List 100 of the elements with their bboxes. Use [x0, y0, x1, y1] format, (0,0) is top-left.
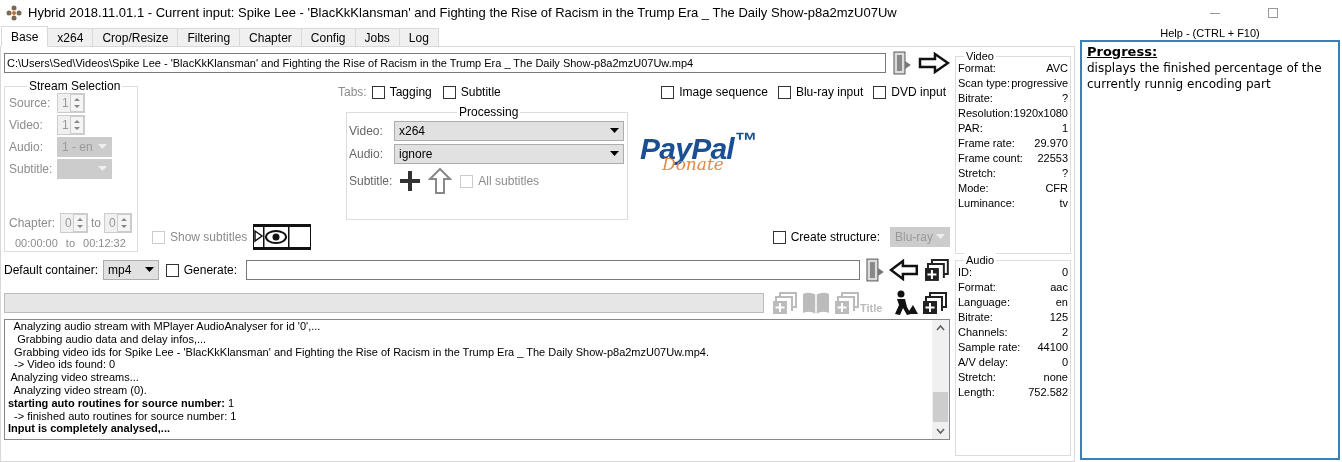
field-label: Video: — [9, 117, 44, 134]
info-value: ? — [1061, 166, 1068, 181]
checkbox[interactable] — [371, 85, 385, 99]
tab[interactable]: Chapter — [239, 28, 302, 47]
info-label: Mode: — [958, 181, 989, 196]
switch-icon[interactable] — [864, 258, 885, 282]
info-value: 1920x1080 — [1013, 106, 1068, 121]
checkbox-label: DVD input — [891, 84, 946, 101]
caret-icon — [98, 166, 107, 172]
switch-icon[interactable] — [892, 51, 913, 75]
field-label: Chapter: — [9, 214, 57, 232]
log-line: -> Video ids found: 0 — [13, 358, 117, 372]
info-label: Format: — [958, 280, 996, 295]
field-label: Video: — [349, 122, 384, 140]
donate-button[interactable]: PayPal$^{™}$ Donate — [640, 130, 780, 180]
group-title: Audio — [964, 253, 997, 267]
log-line: starting auto routines for source number: 1 — [8, 396, 236, 410]
info-value: aac — [1050, 280, 1068, 295]
field-label: Subtitle: — [9, 161, 54, 178]
plus-icon[interactable] — [400, 171, 421, 191]
spin-arrows-icon — [70, 94, 84, 112]
film-eye-icon[interactable] — [253, 224, 312, 250]
log-line: Grabbing video ids for Spike Lee - 'BlacKkKlansman' and Fighting the Rise of Racism in the Trump Era _ The Daily Show-p8a2mzU07Uw.mp4. — [13, 345, 710, 359]
time-value: 00:00:00 — [15, 235, 58, 251]
info-label: Stretch: — [958, 166, 996, 181]
info-value: progressive — [1011, 76, 1068, 91]
info-value: none — [1043, 370, 1068, 385]
info-value: 22553 — [1037, 151, 1068, 166]
info-label: Sample rate: — [958, 340, 1021, 355]
checkbox-label: Generate: — [183, 262, 238, 279]
info-value: 44100 — [1037, 340, 1068, 355]
checkbox[interactable] — [661, 85, 675, 99]
checkbox[interactable] — [165, 263, 179, 277]
field-label: Audio: — [349, 145, 385, 163]
info-value: 1 — [1061, 121, 1068, 136]
input-path-field[interactable]: C:\Users\Sed\Videos\Spike Lee - 'BlacKkKlansman' and Fighting the Rise of Racism in the Trump Era _ The Daily Show-p8a2mzU07Uw.mp4 — [4, 53, 887, 73]
app-icon — [6, 5, 22, 21]
arrow-left-icon[interactable] — [889, 259, 920, 281]
log-line: Input is completely analysed,... — [8, 422, 171, 436]
worker-icon[interactable] — [892, 290, 919, 316]
arrow-right-icon[interactable] — [918, 52, 950, 74]
maximize-icon[interactable] — [1268, 8, 1278, 18]
to-label: to — [65, 235, 75, 251]
info-label: Length: — [958, 385, 995, 400]
checkbox[interactable] — [873, 85, 887, 99]
field-label: Audio: — [9, 139, 45, 156]
dropdown[interactable]: x264 — [394, 120, 624, 141]
caret-icon — [610, 150, 619, 157]
checkbox-label: Create structure: — [790, 229, 880, 246]
info-label: Frame rate: — [958, 136, 1015, 151]
caret-icon — [936, 234, 945, 240]
info-label: Bitrate: — [958, 91, 993, 106]
log-line: Analyzing video stream (0). — [12, 384, 148, 397]
checkbox[interactable] — [442, 85, 456, 99]
spin-arrows-icon — [73, 213, 87, 232]
dropdown[interactable]: ignore — [394, 143, 624, 164]
checkbox[interactable] — [777, 85, 791, 99]
checkbox-label: Show subtitles — [170, 229, 248, 246]
info-value: CFR — [1045, 181, 1068, 196]
arrow-up-icon[interactable] — [428, 167, 453, 195]
stack-add-icon[interactable] — [924, 258, 950, 282]
field-label: Subtitle: — [349, 173, 393, 190]
help-text: displays the finished percentage of the currently runnig encoding part — [1087, 60, 1323, 92]
info-value: en — [1055, 295, 1068, 310]
info-value: 29.970 — [1034, 136, 1068, 151]
info-label: A/V delay: — [958, 355, 1009, 370]
info-label: Frame count: — [958, 151, 1023, 166]
info-label: Scan type: — [958, 76, 1010, 91]
tab[interactable]: Base — [1, 26, 49, 47]
group-title: Processing — [457, 105, 521, 119]
info-value: 752.582 — [1028, 385, 1068, 400]
info-label: Channels: — [958, 325, 1008, 340]
log-line: Grabbing audio data and delay infos,... — [16, 332, 208, 346]
group-title: Stream Selection — [27, 79, 123, 93]
info-label: ID: — [958, 265, 973, 280]
panel-title: Help - (CTRL + F10) — [1159, 26, 1261, 40]
info-label: Resolution: — [958, 106, 1014, 121]
field-label: Source: — [9, 95, 52, 112]
info-label: Stretch: — [958, 370, 996, 385]
info-label: PAR: — [958, 121, 983, 136]
field-label: Default container: — [4, 262, 99, 279]
info-value: AVC — [1046, 61, 1068, 76]
log-line: -> finished auto routines for source number: 1 — [13, 409, 238, 423]
caret-icon — [98, 144, 107, 150]
window-title: Hybrid 2018.11.01.1 - Current input: Spike Lee - 'BlacKkKlansman' and Fighting the Rise of Racism in the Trump Era _ The Daily Show-p8a2mzU07Uw — [28, 4, 897, 23]
stack-add-icon[interactable] — [922, 291, 949, 315]
info-value: 2 — [1061, 325, 1068, 340]
tabs-label: Tabs: — [338, 84, 367, 101]
info-label: Bitrate: — [958, 310, 993, 325]
log-line: Analyzing audio stream with MPlayer AudioAnalyser for id '0',... — [12, 320, 322, 333]
generate-field[interactable] — [246, 260, 860, 280]
dropdown[interactable]: mp4 — [103, 260, 159, 280]
log-line: Analyzing video streams... — [9, 371, 140, 384]
scrollbar[interactable] — [932, 320, 949, 439]
spin-arrows-icon — [117, 213, 131, 232]
caret-icon — [610, 127, 619, 134]
checkbox-label: Blu-ray input — [795, 84, 864, 101]
checkbox-label: Subtitle — [460, 84, 501, 101]
time-value: 00:12:32 — [83, 235, 126, 251]
info-value: ? — [1061, 91, 1068, 106]
